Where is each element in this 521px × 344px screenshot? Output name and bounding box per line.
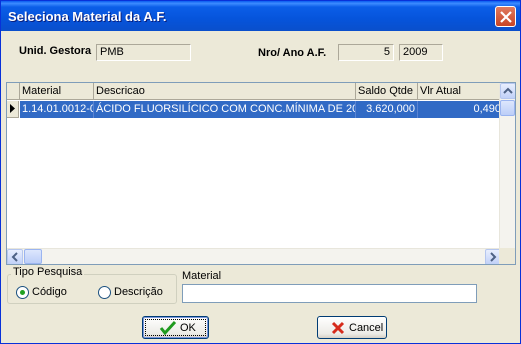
arrow-right-icon [490,252,497,262]
radio-codigo[interactable] [16,286,29,299]
window-title: Seleciona Material da A.F. [8,9,167,24]
horizontal-scroll-thumb[interactable] [24,249,42,264]
vertical-scroll-thumb[interactable] [500,100,515,116]
horizontal-scrollbar[interactable] [7,248,501,264]
cancel-button-label: Cancel [349,322,384,334]
close-icon [500,11,512,23]
radio-descricao-label[interactable]: Descrição [114,286,163,298]
radio-selected-dot [20,290,25,295]
col-header-vlr-atual[interactable]: Vlr Atual [418,83,504,100]
ok-button[interactable]: OK [142,316,209,339]
tipo-pesquisa-label: Tipo Pesquisa [11,266,85,278]
nro-af-field: 5 [338,44,394,61]
cell-saldo[interactable]: 3.620,000 [356,101,418,118]
checkmark-icon [159,320,177,336]
radio-codigo-label[interactable]: Código [32,286,67,298]
table-row[interactable]: 1.14.01.0012-0 ÁCIDO FLUORSILÍCICO COM C… [7,101,504,118]
col-header-material[interactable]: Material [20,83,94,100]
arrow-up-icon [503,87,513,94]
cell-vlr-atual[interactable]: 0,490 [418,101,504,118]
x-icon [331,321,345,335]
dialog-window: Seleciona Material da A.F. Unid. Gestora… [0,0,521,344]
ok-button-label: OK [180,322,196,334]
scroll-up-button[interactable] [500,83,515,99]
vertical-scrollbar[interactable] [499,83,515,248]
scrollbar-corner [499,248,515,264]
radio-descricao[interactable] [98,286,111,299]
col-header-descricao[interactable]: Descricao [94,83,356,100]
material-search-label: Material [182,270,222,282]
col-header-saldo[interactable]: Saldo Qtde [356,83,418,100]
cell-descricao[interactable]: ÁCIDO FLUORSILÍCICO COM CONC.MÍNIMA DE 2… [94,101,356,118]
title-bar[interactable]: Seleciona Material da A.F. [1,1,520,31]
scroll-left-button[interactable] [7,249,23,264]
ano-af-field: 2009 [399,44,443,61]
material-search-input[interactable] [182,284,477,303]
grid-corner-header [7,83,20,100]
materials-grid[interactable]: Material Descricao Saldo Qtde Vlr Atual … [6,82,516,265]
close-button[interactable] [495,6,516,27]
cell-material[interactable]: 1.14.01.0012-0 [20,101,94,118]
unid-gestora-field: PMB [96,44,191,61]
arrow-left-icon [11,252,18,262]
nro-ano-label: Nro/ Ano A.F. [258,47,327,59]
cancel-button[interactable]: Cancel [317,316,387,339]
unid-gestora-label: Unid. Gestora [19,45,92,57]
